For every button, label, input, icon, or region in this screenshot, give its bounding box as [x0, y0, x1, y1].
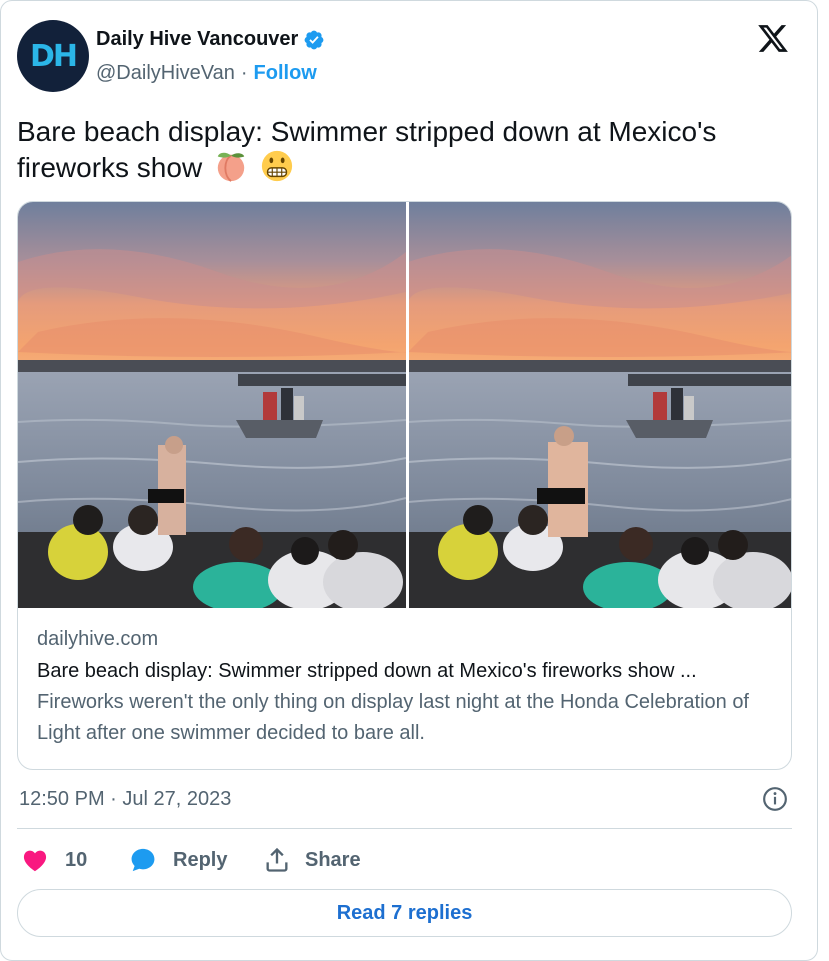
- share-button[interactable]: Share: [263, 846, 361, 874]
- info-icon[interactable]: [762, 786, 788, 812]
- avatar-logo-text: DH: [29, 38, 78, 74]
- link-preview-body: dailyhive.com Bare beach display: Swimme…: [37, 628, 777, 749]
- author-avatar[interactable]: DH: [17, 20, 89, 92]
- share-icon: [266, 847, 288, 872]
- author-display-name[interactable]: Daily Hive Vancouver: [96, 28, 298, 51]
- read-replies-button[interactable]: Read 7 replies: [17, 889, 792, 937]
- link-description: Fireworks weren't the only thing on disp…: [37, 691, 749, 744]
- verified-badge-icon: [304, 30, 324, 49]
- link-domain: dailyhive.com: [37, 628, 159, 650]
- reply-button[interactable]: Reply: [129, 846, 227, 874]
- tweet-text: Bare beach display: Swimmer stripped dow…: [17, 114, 797, 185]
- link-preview-card[interactable]: dailyhive.com Bare beach display: Swimme…: [17, 201, 792, 770]
- share-label: Share: [305, 848, 361, 871]
- like-button[interactable]: 10: [21, 846, 87, 874]
- reply-bubble-icon: [131, 848, 155, 872]
- peach-emoji: [217, 152, 245, 182]
- tweet-body: Bare beach display: Swimmer stripped dow…: [17, 116, 717, 183]
- x-logo-icon[interactable]: [756, 22, 790, 55]
- author-handle[interactable]: @DailyHiveVan: [96, 62, 235, 85]
- heart-icon: [23, 850, 47, 872]
- link-preview-image[interactable]: [18, 202, 791, 608]
- author-handle-row: @DailyHiveVan · Follow: [96, 62, 317, 85]
- tweet-card[interactable]: DH Daily Hive Vancouver @DailyHiveVan · …: [0, 0, 818, 961]
- link-title: Bare beach display: Swimmer stripped dow…: [37, 660, 697, 682]
- follow-button[interactable]: Follow: [254, 62, 317, 85]
- like-count: 10: [65, 848, 88, 871]
- tweet-timestamp[interactable]: 12:50 PM · Jul 27, 2023: [19, 788, 231, 811]
- reply-label: Reply: [173, 848, 228, 871]
- divider: [17, 828, 792, 829]
- beach-photo-collage: [18, 202, 791, 608]
- handle-separator: ·: [240, 62, 248, 84]
- author-name-row: Daily Hive Vancouver: [96, 28, 325, 51]
- grimacing-face-emoji: [261, 150, 292, 182]
